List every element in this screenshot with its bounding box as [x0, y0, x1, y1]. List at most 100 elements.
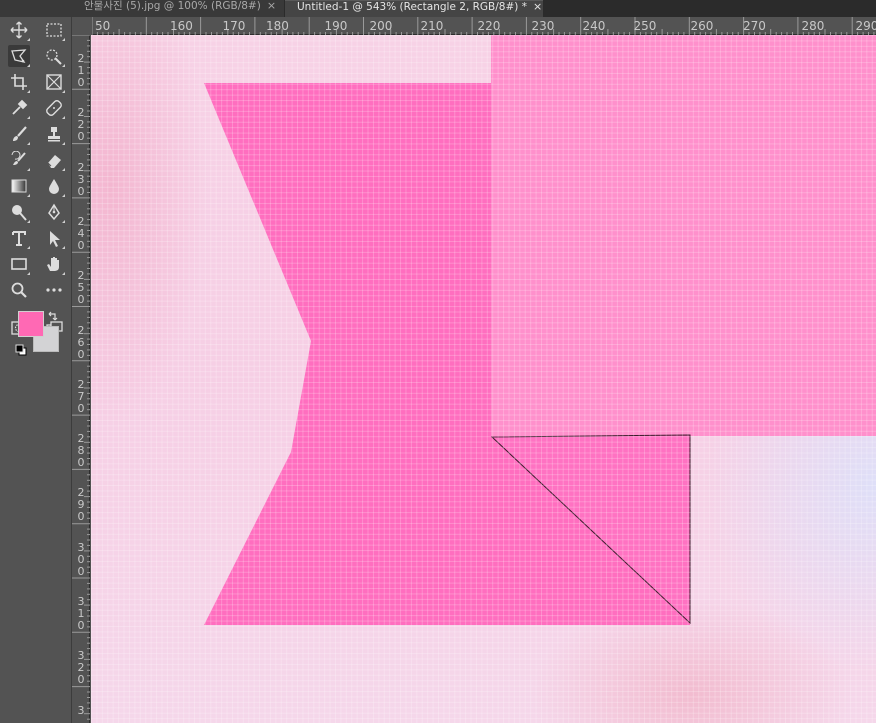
type-icon	[12, 231, 26, 246]
healing-brush-icon	[46, 100, 62, 116]
quick-selection-tool[interactable]	[43, 45, 65, 67]
rectangular-marquee-icon	[46, 23, 62, 37]
clone-stamp-icon	[48, 127, 60, 142]
ruler-tick-label: 3	[77, 703, 85, 717]
foreground-color-swatch[interactable]	[18, 311, 44, 337]
tab-label: 안물사진 (5).jpg @ 100% (RGB/8#)	[84, 0, 261, 12]
flyout-indicator	[62, 90, 65, 93]
vertical-ruler[interactable]: 210 220 230 240 250 260 270 280 290 300 310 320 3	[72, 35, 90, 723]
type-tool[interactable]	[8, 227, 30, 249]
rectangle-layer[interactable]	[491, 35, 876, 436]
hand-tool[interactable]	[43, 253, 65, 275]
flyout-indicator	[27, 38, 30, 41]
default-colors-icon[interactable]	[15, 341, 27, 356]
rectangular-marquee-tool[interactable]	[43, 19, 65, 41]
zoom-tool[interactable]	[8, 279, 30, 301]
document-tab-photo[interactable]: 안물사진 (5).jpg @ 100% (RGB/8#) ×	[0, 0, 284, 17]
flyout-indicator	[27, 246, 30, 249]
document-canvas[interactable]	[91, 35, 876, 723]
eyedropper-icon	[12, 99, 28, 115]
ruler-tick-label: 290	[77, 486, 85, 524]
quick-selection-icon	[46, 49, 62, 65]
ruler-tick-label: 220	[477, 19, 501, 33]
polygonal-lasso-icon	[11, 49, 27, 63]
flyout-indicator	[62, 168, 65, 171]
flyout-indicator	[62, 38, 65, 41]
tools-panel	[0, 17, 72, 723]
ruler-tick-label: 210	[420, 19, 444, 33]
flyout-indicator	[62, 272, 65, 275]
flyout-indicator	[27, 142, 30, 145]
ruler-tick-label: 300	[77, 540, 85, 578]
path-selection-tool[interactable]	[43, 227, 65, 249]
hand-icon	[47, 257, 59, 271]
polygonal-lasso-tool[interactable]	[8, 45, 30, 67]
clone-stamp-tool[interactable]	[43, 123, 65, 145]
ruler-tick-label: 240	[77, 214, 85, 252]
gradient-icon	[11, 179, 27, 193]
ruler-tick-label: 280	[801, 19, 825, 33]
rectangle-shape-icon	[11, 258, 27, 270]
flyout-indicator	[27, 272, 30, 275]
flyout-indicator	[27, 220, 30, 223]
tab-close-icon[interactable]: ×	[533, 1, 542, 13]
history-brush-tool[interactable]	[8, 149, 30, 171]
move-tool[interactable]	[8, 19, 30, 41]
ruler-tick-label: 210	[77, 52, 85, 89]
path-selection-icon	[50, 231, 60, 247]
document-tab-untitled[interactable]: Untitled-1 @ 543% (Rectangle 2, RGB/8#) …	[285, 0, 543, 17]
ruler-tick-label: 260	[77, 323, 85, 361]
flyout-indicator	[62, 116, 65, 119]
frame-tool[interactable]	[43, 71, 65, 93]
ruler-tick-label: 220	[77, 106, 85, 144]
brush-icon	[13, 126, 27, 141]
ruler-tick-label: 200	[369, 19, 393, 33]
move-icon	[10, 21, 28, 39]
horizontal-ruler[interactable]: 50 160 170 180 190 200 210 220 230 240 250 260 270 28…	[92, 17, 876, 35]
ruler-tick-label: 180	[266, 19, 289, 33]
rectangle-shape-tool[interactable]	[8, 253, 30, 275]
flyout-indicator	[27, 194, 30, 197]
frame-icon	[46, 74, 62, 90]
dodge-icon	[12, 205, 27, 221]
brush-tool[interactable]	[8, 123, 30, 145]
blur-tool[interactable]	[43, 175, 65, 197]
swap-colors-icon[interactable]	[47, 308, 59, 321]
ruler-tick-label: 230	[77, 160, 85, 198]
healing-brush-tool[interactable]	[43, 97, 65, 119]
flyout-indicator	[27, 64, 30, 67]
ruler-tick-label: 250	[633, 19, 657, 33]
ruler-tick-label: 280	[77, 432, 85, 470]
tab-close-icon[interactable]: ×	[267, 0, 276, 12]
ruler-tick-label: 270	[77, 377, 85, 415]
gradient-tool[interactable]	[8, 175, 30, 197]
crop-tool[interactable]	[8, 71, 30, 93]
ruler-tick-label: 290	[855, 19, 876, 33]
dodge-tool[interactable]	[8, 201, 30, 223]
flyout-indicator	[62, 142, 65, 145]
ruler-tick-label: 190	[324, 19, 348, 33]
ruler-tick-label: 230	[531, 19, 555, 33]
ruler-corner	[72, 17, 92, 35]
zoom-icon	[11, 282, 27, 298]
more-tools-tool[interactable]	[43, 279, 65, 301]
more-tools-icon	[46, 288, 62, 292]
blur-icon	[49, 179, 59, 194]
flyout-indicator	[62, 220, 65, 223]
ruler-tick-label: 320	[77, 649, 85, 687]
crop-icon	[11, 74, 27, 90]
ruler-tick-label: 250	[77, 269, 85, 307]
ruler-tick-label: 310	[77, 595, 85, 632]
eraser-icon	[47, 155, 61, 168]
ruler-tick-label: 240	[582, 19, 606, 33]
ruler-tick-label: 260	[690, 19, 714, 33]
eyedropper-tool[interactable]	[8, 97, 30, 119]
document-tab-bar: 안물사진 (5).jpg @ 100% (RGB/8#) × Untitled-1…	[0, 0, 876, 17]
pen-icon	[48, 203, 60, 221]
flyout-indicator	[27, 116, 30, 119]
eraser-tool[interactable]	[43, 149, 65, 171]
pen-tool[interactable]	[43, 201, 65, 223]
ruler-tick-label: 270	[743, 19, 766, 33]
flyout-indicator	[62, 194, 65, 197]
flyout-indicator	[27, 168, 30, 171]
